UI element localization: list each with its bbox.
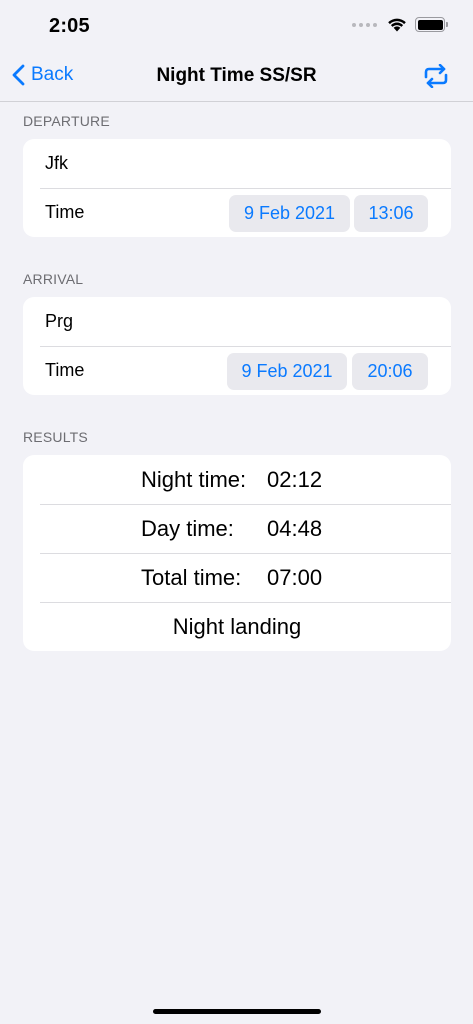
navigation-bar: Back Night Time SS/SR — [0, 52, 473, 102]
home-indicator — [153, 1009, 321, 1014]
departure-header: DEPARTURE — [23, 113, 110, 129]
arrival-time-label: Time — [45, 360, 85, 380]
night-time-row: Night time: 02:12 — [23, 455, 451, 504]
cellular-signal-icon — [352, 22, 377, 27]
total-time-value: 07:00 — [267, 564, 323, 590]
arrival-time-picker[interactable]: 20:06 — [352, 353, 428, 390]
departure-card: Jfk Time 9 Feb 2021 13:06 — [23, 139, 451, 237]
battery-icon — [415, 17, 448, 32]
departure-date-picker[interactable]: 9 Feb 2021 — [229, 195, 350, 232]
arrival-card: Prg Time 9 Feb 2021 20:06 — [23, 297, 451, 395]
arrival-date-picker[interactable]: 9 Feb 2021 — [227, 353, 347, 390]
departure-location-row[interactable]: Jfk — [23, 139, 451, 188]
swap-button[interactable] — [423, 63, 449, 93]
results-header: RESULTS — [23, 429, 88, 445]
status-icons — [352, 17, 448, 32]
landing-status: Night landing — [172, 613, 302, 639]
arrival-location-row[interactable]: Prg — [23, 297, 451, 346]
landing-row: Night landing — [23, 602, 451, 651]
day-time-row: Day time: 04:48 — [23, 504, 451, 553]
arrival-location: Prg — [45, 311, 74, 331]
departure-time-picker[interactable]: 13:06 — [354, 195, 428, 232]
arrival-header: ARRIVAL — [23, 271, 84, 287]
night-time-value: 02:12 — [267, 466, 323, 492]
arrival-time-row: Time 9 Feb 2021 20:06 — [23, 346, 451, 395]
total-time-label: Total time: — [141, 564, 242, 590]
departure-time-label: Time — [45, 202, 85, 222]
swap-icon — [424, 63, 448, 89]
status-time: 2:05 — [49, 15, 90, 37]
status-bar: 2:05 — [0, 0, 473, 52]
departure-time-row: Time 9 Feb 2021 13:06 — [23, 188, 451, 237]
departure-location: Jfk — [45, 153, 69, 173]
total-time-row: Total time: 07:00 — [23, 553, 451, 602]
page-title: Night Time SS/SR — [156, 65, 317, 86]
day-time-label: Day time: — [141, 515, 234, 541]
night-time-label: Night time: — [141, 466, 247, 492]
wifi-icon — [388, 18, 406, 32]
day-time-value: 04:48 — [267, 515, 323, 541]
results-card: Night time: 02:12 Day time: 04:48 Total … — [23, 455, 451, 651]
